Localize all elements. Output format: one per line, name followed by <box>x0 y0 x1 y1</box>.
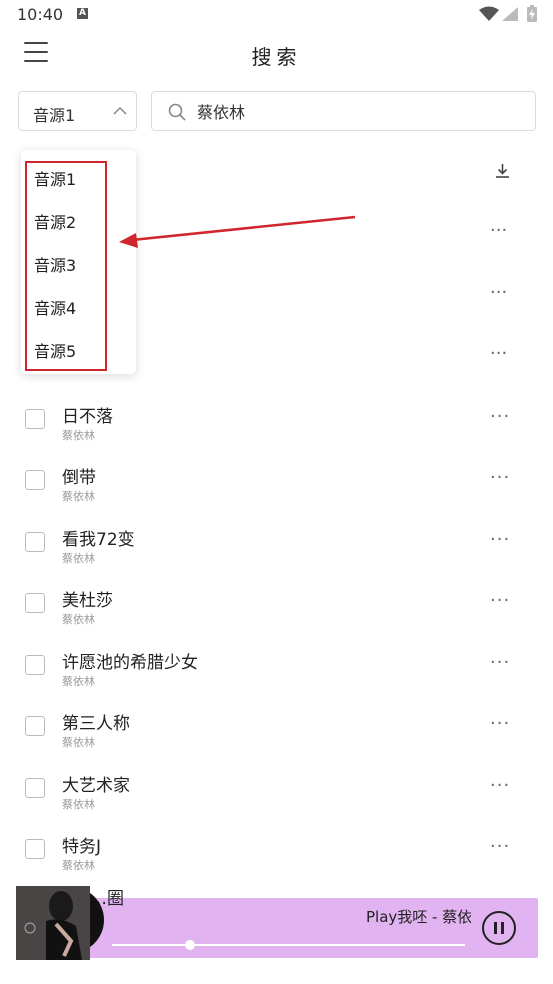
song-checkbox[interactable] <box>25 778 45 798</box>
song-artist: 蔡依林 <box>62 675 95 688</box>
row-more-button[interactable]: ··· <box>490 590 510 611</box>
song-row[interactable]: 日不落 蔡依林 ··· <box>0 396 553 456</box>
song-row[interactable]: 大艺术家 蔡依林 ··· <box>0 765 553 825</box>
row-more-button[interactable]: ··· <box>490 343 507 364</box>
row-more-button[interactable]: ··· <box>490 713 510 734</box>
song-row[interactable]: 美杜莎 蔡依林 ··· <box>0 580 553 640</box>
song-artist: 蔡依林 <box>62 798 95 811</box>
song-row[interactable]: 第三人称 蔡依林 ··· <box>0 703 553 763</box>
song-artist: 蔡依林 <box>62 736 95 749</box>
song-row[interactable]: 许愿池的希腊少女 蔡依林 ··· <box>0 642 553 702</box>
song-row[interactable]: 特务J 蔡依林 ··· <box>0 826 553 886</box>
song-title: 倒带 <box>62 468 96 488</box>
song-title: 美杜莎 <box>62 591 113 611</box>
row-more-button[interactable]: ··· <box>490 836 510 857</box>
song-artist: 蔡依林 <box>62 552 95 565</box>
song-checkbox[interactable] <box>25 593 45 613</box>
song-title: 大艺术家 <box>62 776 130 796</box>
song-artist: 蔡依林 <box>62 429 95 442</box>
row-more-button[interactable]: ··· <box>490 652 510 673</box>
player-progress-track[interactable] <box>112 944 465 946</box>
player-title: Play我呸 - 蔡依林 <box>366 908 471 926</box>
song-title: 特务J <box>62 837 102 857</box>
song-title: 日不落 <box>62 407 113 427</box>
song-checkbox[interactable] <box>25 716 45 736</box>
song-checkbox[interactable] <box>25 470 45 490</box>
song-title: 第三人称 <box>62 714 130 734</box>
player-progress-knob[interactable] <box>184 940 195 950</box>
song-artist: 蔡依林 <box>62 613 95 626</box>
annotation-arrow-icon <box>119 215 356 248</box>
album-cover-image <box>16 886 90 960</box>
song-artist: 蔡依林 <box>62 490 95 503</box>
song-title: 看我72变 <box>62 530 135 550</box>
pause-button[interactable] <box>482 911 516 945</box>
song-row[interactable]: 看我72变 蔡依林 ··· <box>0 519 553 579</box>
song-row[interactable]: 倒带 蔡依林 ··· <box>0 457 553 517</box>
row-more-button[interactable]: ··· <box>490 406 510 427</box>
song-checkbox[interactable] <box>25 532 45 552</box>
song-artist: 蔡依林 <box>62 859 95 872</box>
row-more-button[interactable]: ··· <box>490 467 510 488</box>
album-art[interactable] <box>16 886 106 960</box>
song-title: 许愿池的希腊少女 <box>62 653 198 673</box>
row-more-button[interactable]: ··· <box>490 775 510 796</box>
pause-icon <box>494 922 497 934</box>
row-more-button[interactable]: ··· <box>490 529 510 550</box>
song-checkbox[interactable] <box>25 655 45 675</box>
song-checkbox[interactable] <box>25 839 45 859</box>
song-checkbox[interactable] <box>25 409 45 429</box>
